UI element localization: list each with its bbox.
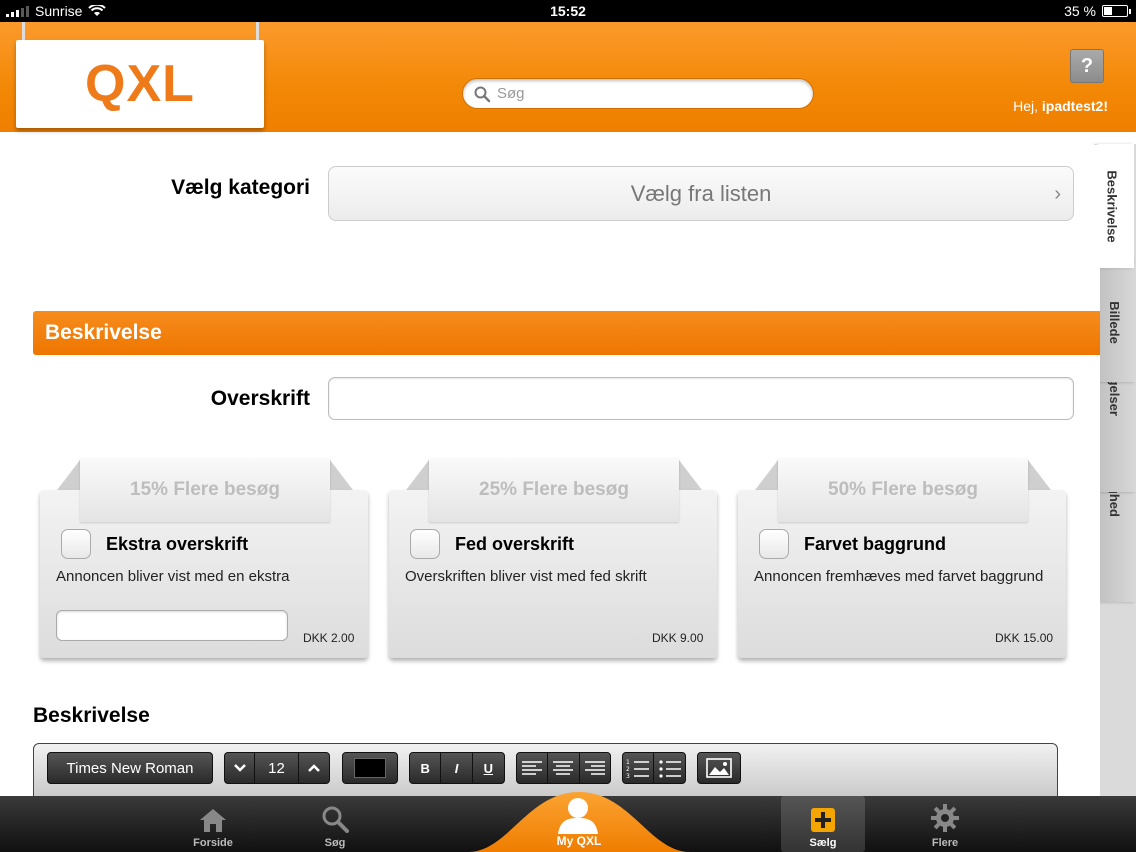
user-icon[interactable]: [556, 796, 600, 834]
gear-icon: [931, 804, 959, 832]
extra-headline-input[interactable]: [56, 610, 288, 641]
headline-input[interactable]: [328, 377, 1074, 420]
colored-background-checkbox[interactable]: [759, 529, 789, 559]
category-label: Vælg kategori: [171, 176, 310, 199]
bold-button[interactable]: B: [410, 753, 442, 783]
battery-icon: [1102, 5, 1131, 17]
option-boost-label: 50% Flere besøg: [778, 458, 1028, 522]
search-icon: [322, 806, 349, 833]
tab-flere[interactable]: Flere: [903, 796, 987, 852]
align-left-icon: [522, 761, 543, 775]
option-title: Fed overskrift: [455, 534, 575, 554]
option-title: Ekstra overskrift: [106, 534, 249, 554]
category-select-text: Vælg fra listen: [630, 180, 772, 206]
numbered-list-icon: 123: [626, 759, 649, 778]
extra-headline-checkbox[interactable]: [61, 529, 91, 559]
section-header-description: Beskrivelse: [33, 311, 1100, 355]
bullet-list-button[interactable]: [654, 753, 685, 783]
option-description: Overskriften bliver vist med fed skrift: [405, 568, 647, 585]
search-icon: [474, 86, 491, 102]
search-input[interactable]: [497, 85, 797, 102]
rich-text-editor: Times New Roman 12 B I U 1 2 3: [33, 743, 1058, 796]
font-size-decrease-button[interactable]: [225, 753, 255, 783]
chevron-up-icon: [308, 764, 320, 772]
underline-button[interactable]: U: [473, 753, 504, 783]
sell-form: Vælg kategori Vælg fra listen › Beskrive…: [0, 144, 1100, 796]
status-bar: Sunrise 15:52 35 %: [0, 0, 1136, 22]
font-size-stepper: 12: [224, 752, 330, 784]
italic-button[interactable]: I: [441, 753, 473, 783]
bold-headline-checkbox[interactable]: [410, 529, 440, 559]
option-description: Annoncen fremhæves med farvet baggrund: [754, 568, 1044, 585]
font-size-increase-button[interactable]: [299, 753, 329, 783]
align-left-button[interactable]: [517, 753, 549, 783]
category-select[interactable]: Vælg fra listen ›: [328, 166, 1074, 221]
image-icon: [706, 758, 732, 778]
numbered-list-button[interactable]: 123: [623, 753, 655, 783]
font-family-select[interactable]: Times New Roman: [47, 752, 213, 784]
headline-label: Overskrift: [210, 387, 310, 410]
help-button[interactable]: ?: [1070, 49, 1104, 83]
chevron-down-icon: [233, 764, 246, 772]
option-price: DKK 2.00: [303, 631, 355, 645]
svg-text:3: 3: [626, 773, 630, 778]
text-color-button[interactable]: [342, 752, 398, 784]
list-group: 123: [622, 752, 686, 784]
bullet-list-icon: [658, 760, 681, 778]
align-center-button[interactable]: [548, 753, 580, 783]
insert-image-button[interactable]: [697, 752, 741, 784]
plus-icon: [811, 808, 835, 832]
home-icon: [200, 809, 226, 832]
tab-saelg[interactable]: Sælg: [781, 796, 865, 852]
clock: 15:52: [550, 3, 586, 19]
logo[interactable]: QXL: [16, 40, 264, 128]
search-bar[interactable]: [462, 78, 814, 109]
text-color-swatch: [354, 758, 386, 778]
option-title: Farvet baggrund: [804, 534, 947, 554]
option-boost-label: 15% Flere besøg: [80, 458, 330, 522]
description-label: Beskrivelse: [33, 704, 150, 727]
option-boost-label: 25% Flere besøg: [429, 458, 679, 522]
chevron-right-icon: ›: [1054, 183, 1061, 205]
font-size-value: 12: [255, 753, 299, 783]
app-header: QXL ? Hej, ipadtest2!: [0, 22, 1136, 132]
option-price: DKK 9.00: [652, 631, 704, 645]
battery-percent: 35 %: [1064, 3, 1096, 19]
align-right-icon: [584, 761, 605, 775]
tab-my-qxl[interactable]: My QXL: [468, 834, 690, 848]
tab-soeg[interactable]: Søg: [293, 796, 377, 852]
option-price: DKK 15.00: [995, 631, 1054, 645]
svg-text:2: 2: [626, 766, 630, 773]
svg-text:1: 1: [626, 759, 630, 766]
user-greeting: Hej, ipadtest2!: [1013, 98, 1108, 114]
align-right-button[interactable]: [580, 753, 610, 783]
text-style-group: B I U: [409, 752, 505, 784]
align-center-icon: [553, 761, 574, 775]
logo-text: QXL: [85, 55, 195, 113]
option-description: Annoncen bliver vist med en ekstra: [56, 568, 290, 585]
username[interactable]: ipadtest2!: [1042, 98, 1108, 114]
tab-forside[interactable]: Forside: [171, 796, 255, 852]
text-align-group: [516, 752, 611, 784]
